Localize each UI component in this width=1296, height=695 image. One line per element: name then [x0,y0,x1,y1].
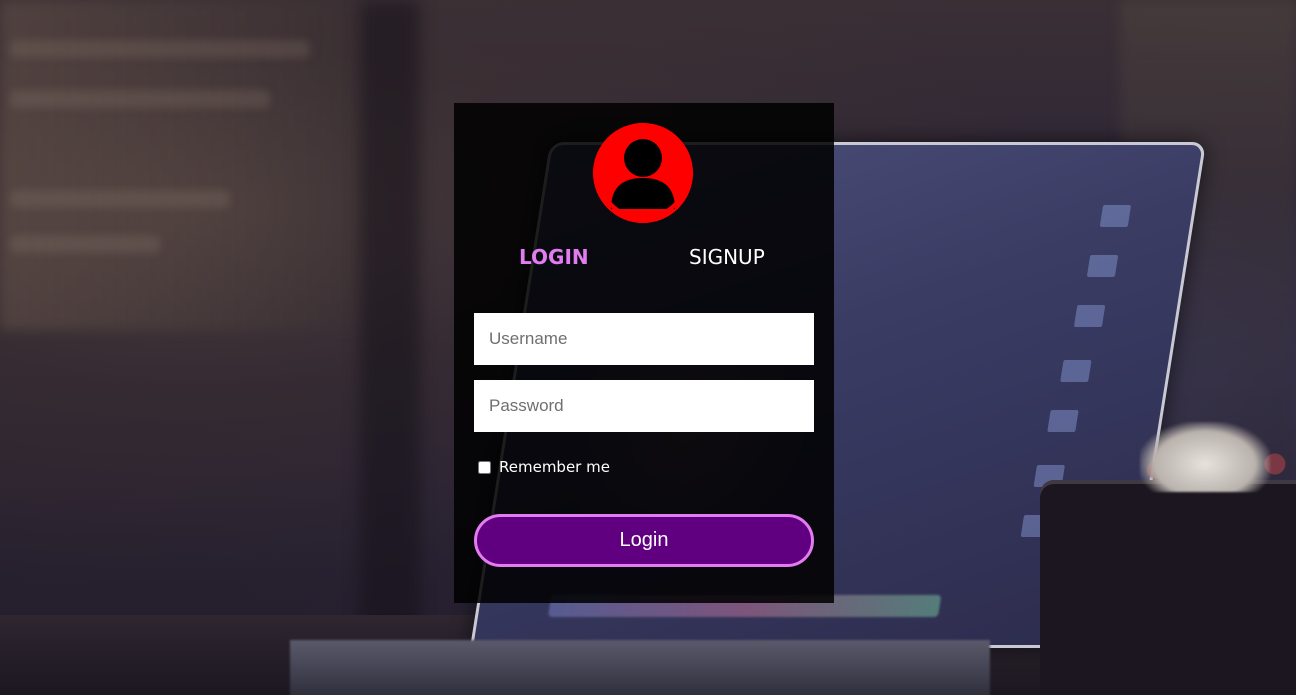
desktop-icon [1073,305,1106,327]
desktop-icon [1047,410,1079,432]
remember-me-checkbox[interactable] [478,460,491,474]
desktop-icon [1086,255,1119,277]
remember-me-label: Remember me [499,458,610,476]
login-button[interactable]: Login [474,514,814,567]
tab-login[interactable]: LOGIN [519,243,589,271]
tab-signup[interactable]: SIGNUP [689,243,765,271]
background-blur-line [10,90,270,108]
username-input[interactable] [474,313,814,365]
background-blur-line [10,190,230,208]
background-dessert [1140,422,1270,492]
background-pillar [360,0,420,695]
desktop-icon [1099,205,1132,227]
password-input[interactable] [474,380,814,432]
background-keyboard [290,640,990,695]
user-avatar-icon [593,123,693,223]
background-cup [1040,480,1296,695]
user-avatar-svg [593,123,693,223]
login-panel: LOGIN SIGNUP Remember me Login [454,103,834,603]
auth-tabs: LOGIN SIGNUP [454,243,834,271]
desktop-icon [1060,360,1092,382]
remember-me-row[interactable]: Remember me [478,456,610,478]
background-blur-line [10,235,160,253]
background-blur-line [10,40,310,58]
